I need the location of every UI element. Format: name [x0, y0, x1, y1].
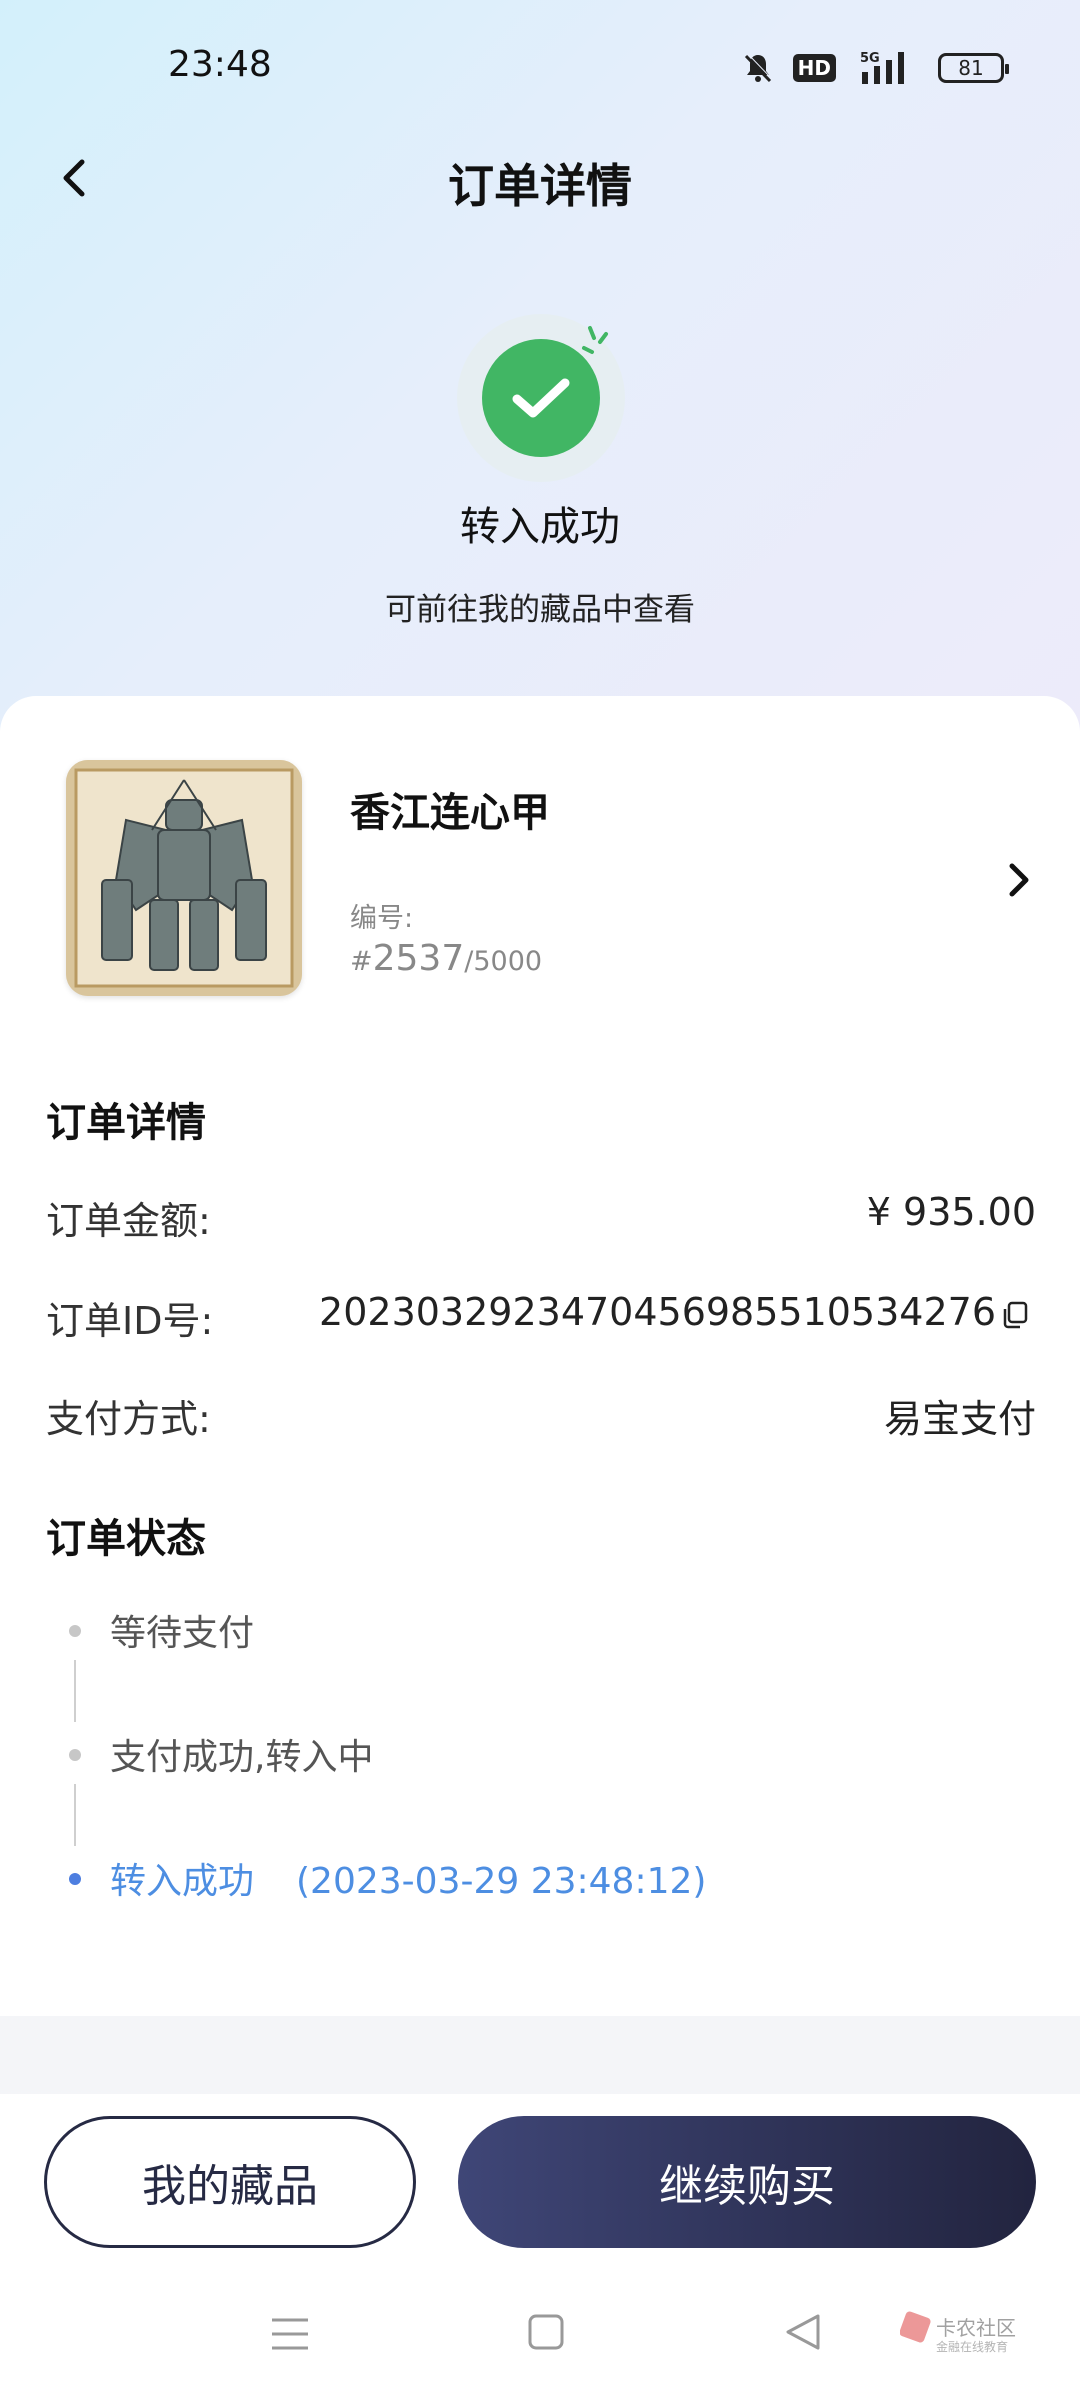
back-triangle-icon[interactable] — [782, 2310, 826, 2354]
system-nav-bar: 卡农社区 金融在线教育 — [0, 2290, 1080, 2400]
timeline-dot-active — [69, 1873, 81, 1885]
signal-5g-icon: 5G — [860, 51, 904, 84]
product-row[interactable]: 香江连心甲 编号: #2537/5000 — [0, 760, 1080, 1010]
section-divider — [0, 2016, 1080, 2094]
timeline-step-paid: 支付成功,转入中 — [110, 1737, 374, 1778]
watermark-sub: 金融在线教育 — [936, 2340, 1009, 2354]
network-label: 5G — [860, 51, 880, 66]
battery-level: 81 — [958, 56, 984, 80]
continue-buy-button[interactable]: 继续购买 — [458, 2116, 1036, 2248]
product-thumbnail — [66, 760, 302, 996]
battery-icon: 81 — [938, 53, 1009, 83]
menu-icon[interactable] — [268, 2314, 312, 2354]
order-status-title: 订单状态 — [46, 1516, 206, 1562]
watermark-text: 卡农社区 — [936, 2316, 1016, 2340]
serial-hash: # — [350, 946, 373, 977]
copy-icon[interactable] — [1000, 1300, 1030, 1330]
timeline-connector — [74, 1784, 76, 1846]
product-name: 香江连心甲 — [350, 790, 550, 836]
checkmark-icon — [512, 378, 570, 418]
sparkle-icon — [582, 326, 608, 354]
serial-value: #2537/5000 — [350, 938, 542, 979]
payment-method-label: 支付方式: — [46, 1397, 211, 1441]
bell-muted-icon — [744, 53, 773, 83]
serial-number: 2537 — [372, 938, 465, 979]
order-id-row: 2023032923470456985510534276 — [319, 1290, 1030, 1334]
hd-badge: HD — [792, 54, 836, 82]
status-icons: HD 5G 81 — [741, 50, 1009, 86]
order-id-value: 2023032923470456985510534276 — [319, 1290, 996, 1334]
home-icon[interactable] — [526, 2312, 566, 2352]
serial-total: /5000 — [464, 946, 543, 977]
page-title: 订单详情 — [448, 159, 632, 213]
chevron-right-icon — [1009, 863, 1029, 897]
payment-method-value: 易宝支付 — [883, 1397, 1036, 1441]
serial-label: 编号: — [350, 903, 414, 934]
order-details-title: 订单详情 — [46, 1100, 206, 1146]
watermark-logo-icon — [899, 2311, 931, 2343]
result-subtitle: 可前往我的藏品中查看 — [385, 592, 695, 628]
timeline-connector — [74, 1660, 76, 1722]
order-id-label: 订单ID号: — [46, 1299, 214, 1343]
result-title: 转入成功 — [460, 504, 620, 550]
timeline-step-success-time: (2023-03-29 23:48:12) — [296, 1861, 707, 1902]
watermark: 卡农社区 金融在线教育 — [899, 2308, 1060, 2368]
status-time: 23:48 — [168, 44, 272, 85]
timeline-dot — [69, 1625, 81, 1637]
timeline-dot — [69, 1749, 81, 1761]
timeline-step-success-label: 转入成功 — [110, 1861, 255, 1902]
timeline-step-waiting: 等待支付 — [110, 1613, 255, 1654]
status-bar: 23:48 HD 5G 81 — [0, 0, 1080, 140]
amount-value: ¥ 935.00 — [866, 1190, 1036, 1234]
mecha-armor-image — [66, 760, 302, 996]
my-collection-button[interactable]: 我的藏品 — [44, 2116, 416, 2248]
timeline-step-success: 转入成功 (2023-03-29 23:48:12) — [110, 1852, 706, 1904]
amount-label: 订单金额: — [46, 1199, 211, 1243]
